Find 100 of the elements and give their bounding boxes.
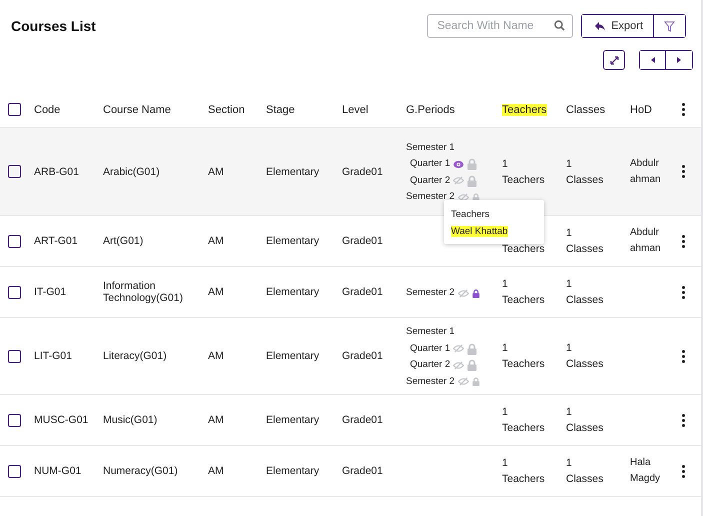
teachers-count: 1 [502,156,509,172]
column-header[interactable]: Classes [566,104,606,116]
hod-name: Hala Magdy [630,457,660,484]
teacher-name[interactable]: Wael Khattab [451,226,508,237]
period-label: Semester 2 [406,286,455,300]
table-cell: Elementary [266,350,320,362]
search-icon [554,20,566,31]
table-cell: LIT-G01 [34,350,72,362]
table-cell: Grade01 [342,350,383,362]
teachers-label: Teachers [502,421,546,436]
teachers-label: Teachers [502,242,546,257]
row-menu-icon[interactable] [682,412,685,428]
table-row[interactable]: LIT-G01 Literacy(G01) AM Elementary Grade01 Semester 1 Quarter 1 Quarter 2 Semester 2 1 Teachers 1 Classes [0,318,701,395]
table-cell: AM [208,465,224,477]
teachers-count: 1 [502,456,509,471]
hod-name: Abdulr ahman [630,158,661,184]
table-cell: Grade01 [342,235,383,247]
table-cell: AM [208,235,224,247]
table-cell: Numeracy(G01) [103,465,178,477]
table-cell: Music(G01) [103,414,158,426]
row-menu-icon[interactable] [682,348,685,364]
select-all-checkbox[interactable] [8,103,21,116]
table-cell: NUM-G01 [34,465,82,477]
teachers-label: Teachers [502,472,546,487]
period-label: Quarter 2 [410,358,450,372]
table-cell: Grade01 [342,465,383,477]
classes-count: 1 [566,277,573,292]
table-row[interactable]: IT-G01 Information Technology(G01) AM Elementary Grade01 Semester 2 1 Teachers 1 Classes [0,267,701,318]
classes-label: Classes [566,421,604,436]
teachers-label: Teachers [502,172,546,188]
table-cell: Literacy(G01) [103,350,167,362]
row-menu-icon[interactable] [682,462,685,480]
row-checkbox[interactable] [8,414,21,426]
column-header[interactable]: Level [342,104,368,116]
export-button[interactable]: Export [582,15,654,37]
expand-button[interactable] [603,50,625,70]
reply-arrow-icon [595,22,606,30]
column-header[interactable]: Teachers [502,104,547,116]
previous-icon [650,57,654,63]
teachers-count: 1 [502,341,509,356]
classes-label: Classes [566,357,604,372]
table-cell: Elementary [266,414,320,426]
table-cell: MUSC-G01 [34,414,88,426]
table-cell: Grade01 [342,286,383,298]
table-cell: ARB-G01 [34,166,79,178]
classes-count: 1 [566,405,573,420]
row-menu-icon[interactable] [682,232,685,250]
row-menu-icon[interactable] [682,284,685,300]
next-icon [677,57,681,63]
classes-label: Classes [566,293,604,308]
table-cell: Information Technology(G01) [103,280,183,304]
row-checkbox[interactable] [8,234,21,248]
column-header[interactable]: HoD [630,104,652,116]
period-label: Quarter 2 [410,174,450,188]
table-cell: Arabic(G01) [103,166,160,178]
row-checkbox[interactable] [8,464,21,478]
table-cell: Elementary [266,286,320,298]
table-cell: ART-G01 [34,235,78,247]
table-cell: Grade01 [342,166,383,178]
lock-icon[interactable] [472,288,480,298]
row-checkbox[interactable] [8,350,21,362]
expand-icon [610,56,618,64]
eye-icon[interactable] [453,160,464,169]
column-header[interactable]: Course Name [103,104,171,116]
classes-label: Classes [566,472,604,487]
classes-label: Classes [566,172,604,188]
classes-label: Classes [566,242,604,257]
table-cell: IT-G01 [34,286,66,298]
column-header[interactable]: Stage [266,104,295,116]
table-cell: AM [208,166,224,178]
table-cell: AM [208,286,224,298]
row-menu-icon[interactable] [682,163,685,180]
table-cell: AM [208,414,224,426]
filter-icon [664,20,675,32]
previous-page-button[interactable] [640,51,666,69]
classes-count: 1 [566,156,573,172]
table-row[interactable]: NUM-G01 Numeracy(G01) AM Elementary Grade01 1 Teachers 1 Classes Hala Magdy [0,446,701,497]
period-label: Quarter 1 [410,157,450,171]
period-label: Semester 2 [406,374,455,388]
column-header[interactable]: Section [208,104,245,116]
classes-count: 1 [566,226,573,241]
column-header[interactable]: G.Periods [406,104,455,116]
table-cell: Elementary [266,465,320,477]
page-title: Courses List [11,18,97,34]
row-checkbox[interactable] [8,286,21,298]
classes-count: 1 [566,456,573,471]
teachers-count: 1 [502,405,509,420]
table-cell: Elementary [266,235,320,247]
table-cell: Grade01 [342,414,383,426]
table-row[interactable]: MUSC-G01 Music(G01) AM Elementary Grade01 1 Teachers 1 Classes [0,395,701,446]
table-cell: Elementary [266,166,320,178]
period-label: Quarter 1 [410,342,450,356]
search-field[interactable]: Search With Name [427,14,574,38]
table-cell: AM [208,350,224,362]
column-menu-icon[interactable] [682,101,685,118]
classes-count: 1 [566,341,573,356]
table-cell: Art(G01) [103,235,144,247]
row-checkbox[interactable] [8,165,21,178]
column-header[interactable]: Code [34,104,60,116]
teachers-label: Teachers [502,357,546,372]
